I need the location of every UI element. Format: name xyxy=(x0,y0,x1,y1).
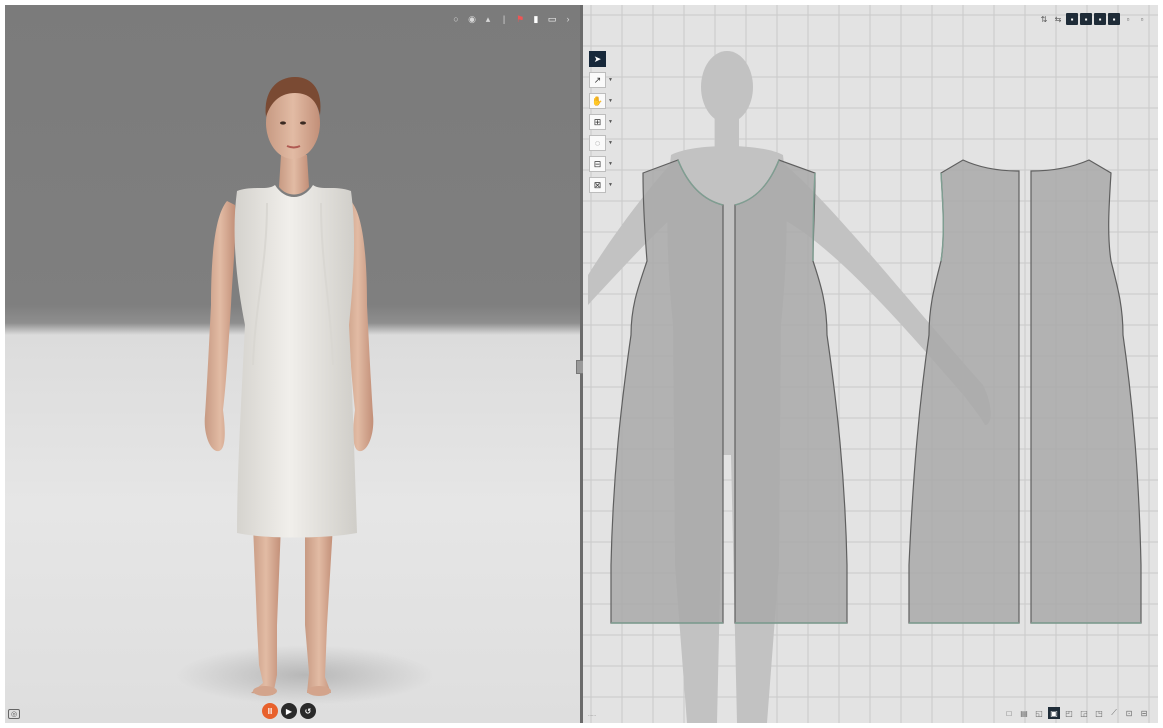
tool-trace[interactable]: ⊟ ▼ xyxy=(589,156,613,172)
grid-icon[interactable]: ▫ xyxy=(1122,13,1134,25)
play-icon[interactable]: ▶ xyxy=(281,703,297,719)
tool-measure[interactable]: ⊠ ▼ xyxy=(589,177,613,193)
transform-pattern-icon[interactable]: ➤ xyxy=(589,51,606,67)
tool-transform-pattern[interactable]: ➤ xyxy=(589,51,613,67)
2d-view-toolbar: ⇅ ⇆ ▪ ▪ ▪ ▪ ▫ ▫ xyxy=(1038,13,1148,25)
avatar-icon[interactable]: ▮ xyxy=(530,13,542,25)
tool-edit-point[interactable]: ↗ ▼ xyxy=(589,72,613,88)
left-arm xyxy=(204,201,236,452)
dot-icon[interactable]: ◉ xyxy=(466,13,478,25)
circle-icon[interactable]: ○ xyxy=(450,13,462,25)
b3-icon[interactable]: ◱ xyxy=(1033,707,1045,719)
caret-down-icon[interactable]: ▼ xyxy=(608,77,613,83)
tool-circle-tool[interactable]: ◌ ▼ xyxy=(589,135,613,151)
chevron-icon[interactable]: › xyxy=(562,13,574,25)
tool-segment-tape[interactable]: ⊞ ▼ xyxy=(589,114,613,130)
simulation-controls: II ▶ ↺ xyxy=(262,703,316,719)
b8-icon[interactable]: ⟋ xyxy=(1108,707,1120,719)
3d-garment-viewport[interactable]: ○ ◉ ▴ | ⚑ ▮ ▭ › II ▶ ↺ ◎ xyxy=(5,5,580,723)
b10-icon[interactable]: ⊟ xyxy=(1138,707,1150,719)
pattern-canvas[interactable] xyxy=(583,5,1158,723)
view-a-icon[interactable]: ▪ xyxy=(1066,13,1078,25)
reset-icon[interactable]: ↺ xyxy=(300,703,316,719)
camera-icon[interactable]: ◎ xyxy=(8,709,20,719)
segment-tape-icon[interactable]: ⊞ xyxy=(589,114,606,130)
caret-down-icon[interactable]: ▼ xyxy=(608,161,613,167)
b2-icon[interactable]: ▤ xyxy=(1018,707,1030,719)
caret-down-icon[interactable]: ▼ xyxy=(608,98,613,104)
circle-tool-icon[interactable]: ◌ xyxy=(589,135,606,151)
measure-icon[interactable]: ⊠ xyxy=(589,177,606,193)
tool-fold[interactable]: ✋ ▼ xyxy=(589,93,613,109)
view-d-icon[interactable]: ▪ xyxy=(1108,13,1120,25)
b1-icon[interactable]: □ xyxy=(1003,707,1015,719)
b6-icon[interactable]: ◲ xyxy=(1078,707,1090,719)
view-c-icon[interactable]: ▪ xyxy=(1094,13,1106,25)
display-icon[interactable]: ▭ xyxy=(546,13,558,25)
left-leg xyxy=(251,525,281,695)
caret-down-icon[interactable]: ▼ xyxy=(608,140,613,146)
b9-icon[interactable]: ⊡ xyxy=(1123,707,1135,719)
separator-icon: | xyxy=(502,14,506,24)
2d-bottom-toolbar: □ ▤ ◱ ▣ ◰ ◲ ◳ ⟋ ⊡ ⊟ xyxy=(1003,707,1150,719)
back-right-panel[interactable] xyxy=(1030,159,1142,624)
pause-icon[interactable]: II xyxy=(262,703,278,719)
avatar-3d[interactable] xyxy=(5,5,580,723)
back-left-panel[interactable] xyxy=(908,159,1020,624)
edit-point-icon[interactable]: ↗ xyxy=(589,72,606,88)
b7-icon[interactable]: ◳ xyxy=(1093,707,1105,719)
clo3d-workspace: ○ ◉ ▴ | ⚑ ▮ ▭ › II ▶ ↺ ◎ ➤ ↗ ▼ ✋ ▼ ⊞ ▼ ◌… xyxy=(0,0,1163,728)
caret-down-icon[interactable]: ▼ xyxy=(608,119,613,125)
triangle-icon[interactable]: ▴ xyxy=(482,13,494,25)
pattern-pieces[interactable] xyxy=(610,159,1142,624)
3d-view-toolbar: ○ ◉ ▴ | ⚑ ▮ ▭ › xyxy=(450,13,574,25)
flip-icon[interactable]: ⇆ xyxy=(1052,13,1064,25)
arrange-icon[interactable]: ⇅ xyxy=(1038,13,1050,25)
flag-icon[interactable]: ⚑ xyxy=(514,13,526,25)
caret-down-icon[interactable]: ▼ xyxy=(608,182,613,188)
b4-icon[interactable]: ▣ xyxy=(1048,707,1060,719)
neck xyxy=(279,155,309,195)
2d-pattern-viewport[interactable]: ➤ ↗ ▼ ✋ ▼ ⊞ ▼ ◌ ▼ ⊟ ▼ ⊠ ▼ ⇅ ⇆ ▪ ▪ ▪ ▪ ▫ ▫ □ ▤ ◱ ▣ ◰ … xyxy=(583,5,1158,723)
2d-tool-palette: ➤ ↗ ▼ ✋ ▼ ⊞ ▼ ◌ ▼ ⊟ ▼ ⊠ ▼ xyxy=(589,51,613,193)
right-leg xyxy=(305,525,333,693)
view-b-icon[interactable]: ▪ xyxy=(1080,13,1092,25)
scale-label: ······ xyxy=(588,713,596,718)
b5-icon[interactable]: ◰ xyxy=(1063,707,1075,719)
trace-icon[interactable]: ⊟ xyxy=(589,156,606,172)
fold-icon[interactable]: ✋ xyxy=(589,93,606,109)
layout-icon[interactable]: ▫ xyxy=(1136,13,1148,25)
